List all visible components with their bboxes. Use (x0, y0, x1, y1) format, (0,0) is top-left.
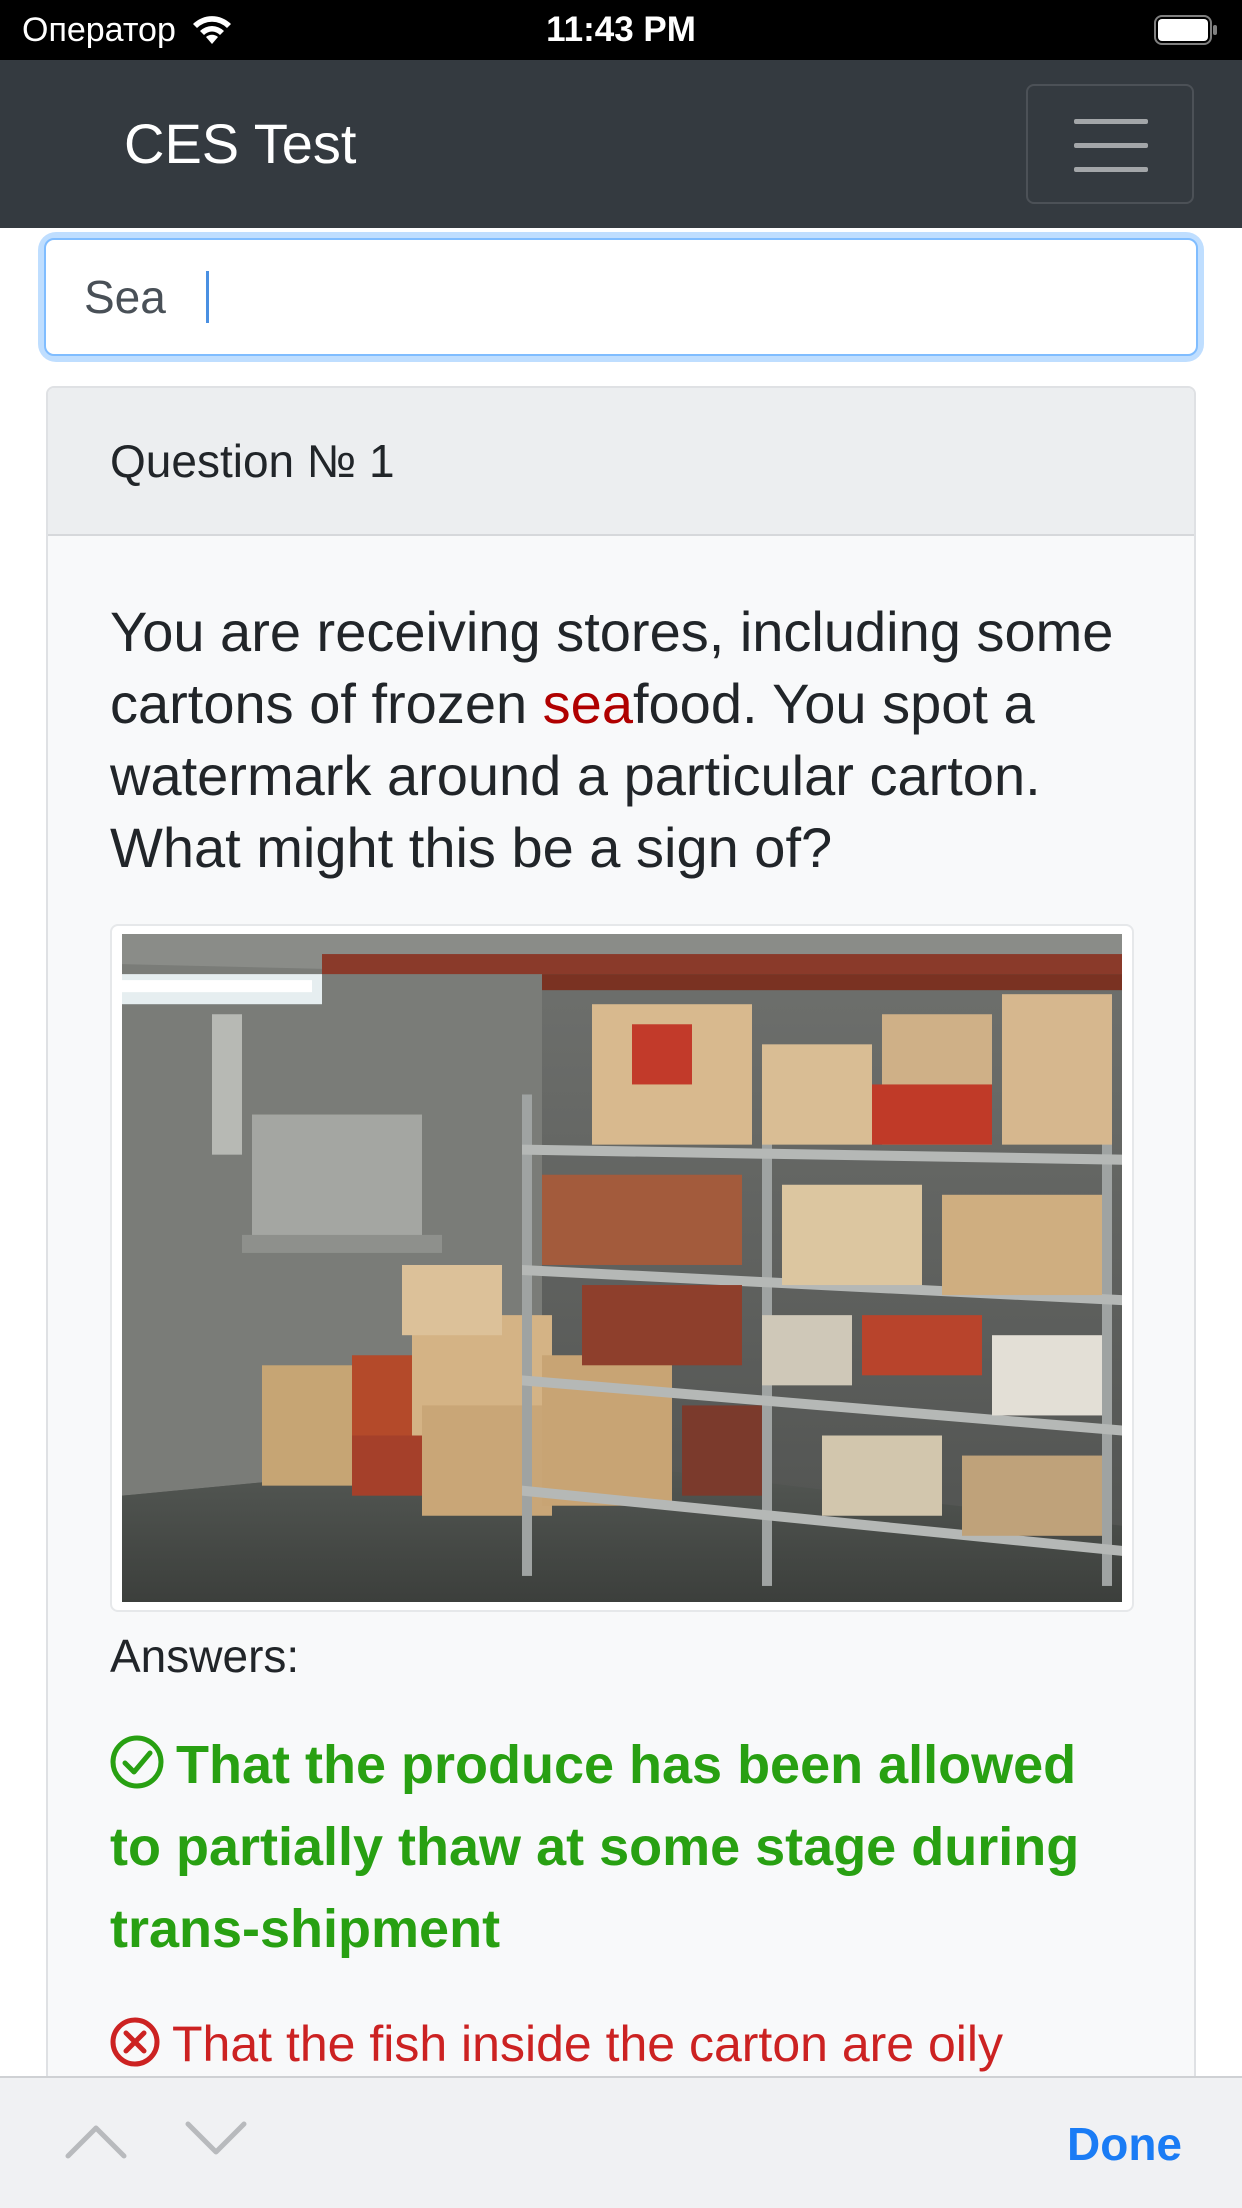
answer-wrong-text: That the fish inside the carton are oily (172, 2016, 1004, 2072)
storeroom-photo (122, 934, 1122, 1602)
navbar-brand[interactable]: CES Test (124, 112, 356, 176)
battery-icon (1154, 15, 1217, 45)
answer-wrong: That the fish inside the carton are oily (110, 2012, 1140, 2076)
hamburger-menu-icon (1074, 119, 1148, 172)
navbar-toggler-button[interactable] (1026, 84, 1194, 204)
keyboard-accessory-bar: Done (0, 2076, 1242, 2208)
search-input[interactable] (44, 238, 1198, 356)
answer-correct-text: That the produce has been allowed to par… (110, 1735, 1080, 1959)
question-number: Question № 1 (110, 435, 395, 487)
answers-label: Answers: (110, 1630, 300, 1682)
app-screen: Оператор 11:43 PM CES Test Ques (0, 0, 1242, 2208)
search-field-wrapper (44, 238, 1198, 356)
chevron-down-icon[interactable] (184, 2120, 248, 2160)
question-card: Question № 1 You are receiving stores, i… (46, 386, 1196, 2208)
question-image-frame (110, 924, 1134, 1612)
search-highlight: sea (542, 672, 633, 735)
question-card-header: Question № 1 (48, 388, 1194, 536)
text-caret (206, 271, 209, 323)
status-bar: Оператор 11:43 PM (0, 0, 1242, 60)
question-text: You are receiving stores, including some… (110, 596, 1130, 884)
answer-correct: That the produce has been allowed to par… (110, 1724, 1140, 1970)
x-circle-icon (110, 2017, 160, 2067)
status-time: 11:43 PM (546, 10, 696, 49)
done-button[interactable]: Done (1067, 2118, 1182, 2170)
check-circle-icon (110, 1735, 164, 1789)
chevron-up-icon[interactable] (64, 2120, 128, 2160)
question-card-body: You are receiving stores, including some… (48, 536, 1194, 2076)
navbar: CES Test (0, 60, 1242, 228)
